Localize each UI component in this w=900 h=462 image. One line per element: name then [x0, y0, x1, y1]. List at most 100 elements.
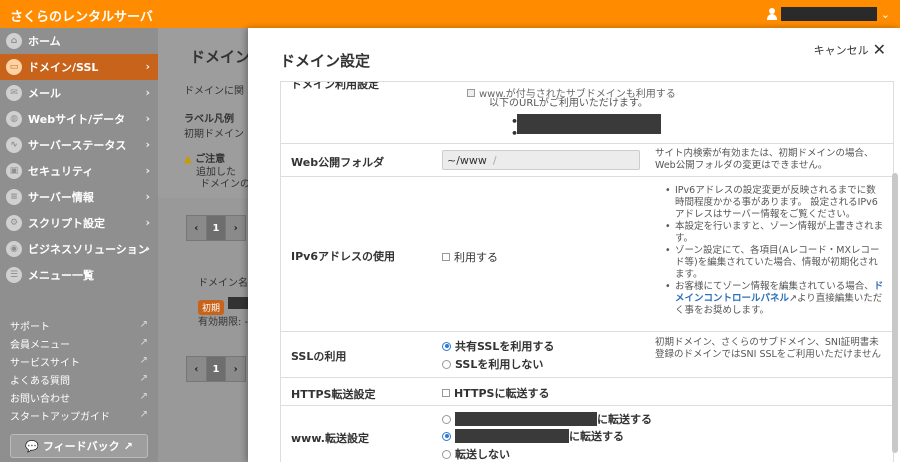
ipv6-notes: • IPv6アドレスの設定変更が反映されるまでに数時間程度かかる事があります。 設… — [665, 185, 885, 317]
chart-icon: ∿ — [6, 137, 22, 153]
sidebar-item-3[interactable]: ◍ Webサイト/データ › — [0, 106, 158, 132]
page-current[interactable]: 1 — [206, 357, 227, 381]
prev-page-button[interactable]: ‹ — [187, 357, 207, 381]
ipv6-checkbox[interactable] — [442, 253, 450, 261]
chevron-right-icon: › — [145, 164, 150, 177]
next-page-button[interactable]: › — [226, 357, 245, 381]
chevron-right-icon: › — [145, 216, 150, 229]
ssl-option-shared[interactable]: 共有SSLを利用する — [442, 338, 554, 354]
globe-icon: ◍ — [6, 111, 22, 127]
chevron-right-icon: › — [145, 60, 150, 73]
www-option-1-radio[interactable] — [442, 414, 451, 424]
prev-page-button[interactable]: ‹ — [187, 216, 207, 240]
row-https: HTTPS転送設定 HTTPSに転送する — [281, 378, 893, 406]
menu-icon: ☰ — [6, 267, 22, 283]
sidebar-item-label: Webサイト/データ — [28, 113, 126, 126]
ipv6-note-1: • IPv6アドレスの設定変更が反映されるまでに数時間程度かかる事があります。 設… — [665, 185, 878, 220]
www-option-2-domain-redacted — [455, 429, 569, 443]
row-web-folder: Web公開フォルダ ~/www / サイト内検索が有効または、初期ドメインの場合… — [281, 144, 893, 177]
sidebar-link-5[interactable]: スタートアップガイド ↗ — [0, 406, 158, 424]
server-icon: ≡ — [6, 189, 22, 205]
domain-icon: ▭ — [6, 59, 22, 75]
url-bullet-2: • — [511, 127, 519, 140]
web-folder-placeholder: / — [492, 153, 497, 167]
sidebar-link-4[interactable]: お問い合わせ ↗ — [0, 388, 158, 406]
pagination-top: ‹ 1 › — [186, 215, 246, 241]
external-link-icon: ↗ — [139, 373, 148, 384]
ipv6-note-3: • ゾーン設定にて、各項目(Aレコード・MXレコード等)を編集されていた場合、情報… — [665, 245, 880, 280]
ipv6-note-4: • お客様にてゾーン情報を編集されている場合、ドメインコントロールパネル↗より直接… — [665, 281, 884, 316]
sidebar-item-label: ドメイン/SSL — [28, 61, 99, 74]
domain-settings-modal: ドメイン設定 キャンセル ✕ ドメイン利用設定 www.が付与されたサブドメイン… — [248, 28, 900, 462]
https-option-label: HTTPSに転送する — [454, 387, 550, 400]
sidebar-link-label: サポート — [10, 321, 50, 333]
sidebar-item-5[interactable]: ▣ セキュリティ › — [0, 158, 158, 184]
modal-scrollbar[interactable] — [892, 173, 898, 453]
page-current[interactable]: 1 — [206, 216, 227, 240]
www-option-2-radio[interactable] — [442, 431, 451, 441]
sidebar-item-2[interactable]: ✉ メール › — [0, 80, 158, 106]
next-page-button[interactable]: › — [226, 216, 245, 240]
feedback-label: フィードバック — [42, 440, 120, 453]
https-option[interactable]: HTTPSに転送する — [442, 385, 549, 401]
sidebar-link-2[interactable]: サービスサイト ↗ — [0, 352, 158, 370]
url-note: 以下のURLがご利用いただけます。 — [489, 98, 648, 109]
sidebar-link-label: スタートアップガイド — [10, 411, 110, 423]
brand-logo[interactable]: さくらのレンタルサーバ — [10, 6, 153, 25]
sidebar-item-1[interactable]: ▭ ドメイン/SSL › — [0, 54, 158, 80]
warning-icon: ▲ — [184, 154, 192, 165]
www-option-2[interactable]: に転送する — [442, 428, 624, 444]
external-link-icon: ↗ — [139, 355, 148, 366]
www-option-3[interactable]: 転送しない — [442, 446, 510, 462]
sidebar-item-0[interactable]: ⌂ ホーム — [0, 28, 158, 54]
business-icon: ◉ — [6, 241, 22, 257]
sidebar-item-9[interactable]: ☰ メニュー一覧 — [0, 262, 158, 288]
sidebar-link-1[interactable]: 会員メニュー ↗ — [0, 334, 158, 352]
user-menu[interactable]: ⌄ — [766, 7, 890, 21]
column-domain-name: ドメイン名 — [198, 278, 248, 289]
www-subdomain-checkbox[interactable] — [467, 88, 475, 97]
sidebar-item-label: サーバー情報 — [28, 191, 94, 204]
settings-table: ドメイン利用設定 www.が付与されたサブドメインも利用する 以下のURLがご利… — [280, 81, 894, 462]
sidebar-item-7[interactable]: ⚙ スクリプト設定 › — [0, 210, 158, 236]
sidebar-item-4[interactable]: ∿ サーバーステータス › — [0, 132, 158, 158]
sidebar-link-3[interactable]: よくある質問 ↗ — [0, 370, 158, 388]
row-www-forward: www.転送設定 に転送する に転送する 転送しない — [281, 406, 893, 462]
chevron-right-icon: › — [145, 86, 150, 99]
mail-icon: ✉ — [6, 85, 22, 101]
user-name-redacted — [780, 7, 877, 21]
close-icon: ✕ — [872, 40, 886, 59]
www-option-3-label: 転送しない — [455, 448, 510, 461]
ssl-none-label: SSLを利用しない — [455, 358, 544, 371]
ipv6-option[interactable]: 利用する — [442, 249, 498, 265]
feedback-button[interactable]: 💬 フィードバック ↗ — [10, 434, 148, 458]
chevron-right-icon: › — [145, 190, 150, 203]
external-link-icon: ↗ — [123, 439, 133, 453]
sidebar-nav: ⌂ ホーム ▭ ドメイン/SSL › ✉ メール › ◍ Webサイト/データ › ∿ サーバーステータ… — [0, 28, 158, 288]
row-domain-use: ドメイン利用設定 www.が付与されたサブドメインも利用する 以下のURLがご利… — [281, 82, 893, 144]
https-checkbox[interactable] — [442, 389, 450, 397]
ssl-none-radio[interactable] — [442, 359, 451, 369]
www-option-3-radio[interactable] — [442, 449, 451, 459]
sidebar-link-0[interactable]: サポート ↗ — [0, 316, 158, 334]
ipv6-note-2: • 本設定を行いますと、ゾーン情報が上書きされます。 — [665, 221, 884, 244]
ssl-option-none[interactable]: SSLを利用しない — [442, 356, 543, 372]
web-folder-input[interactable]: ~/www / — [442, 150, 640, 170]
sidebar: ⌂ ホーム ▭ ドメイン/SSL › ✉ メール › ◍ Webサイト/データ › ∿ サーバーステータ… — [0, 28, 158, 462]
sidebar-link-label: お問い合わせ — [10, 393, 70, 405]
sidebar-item-6[interactable]: ≡ サーバー情報 › — [0, 184, 158, 210]
sidebar-item-label: ビジネスソリューション — [28, 243, 149, 256]
cancel-button[interactable]: キャンセル ✕ — [814, 40, 886, 59]
www-option-1-domain-redacted — [455, 412, 597, 426]
www-option-1[interactable]: に転送する — [442, 411, 652, 427]
home-icon: ⌂ — [6, 33, 22, 49]
expiry-text: 有効期限: - — [198, 317, 249, 328]
external-link-icon: ↗ — [139, 391, 148, 402]
www-option-2-label: に転送する — [569, 430, 624, 443]
chevron-right-icon: › — [145, 112, 150, 125]
sidebar-item-8[interactable]: ◉ ビジネスソリューション › — [0, 236, 158, 262]
sidebar-item-label: セキュリティ — [28, 165, 94, 178]
script-icon: ⚙ — [6, 215, 22, 231]
row-label-www: www.転送設定 — [291, 432, 369, 445]
ssl-shared-radio[interactable] — [442, 341, 451, 351]
